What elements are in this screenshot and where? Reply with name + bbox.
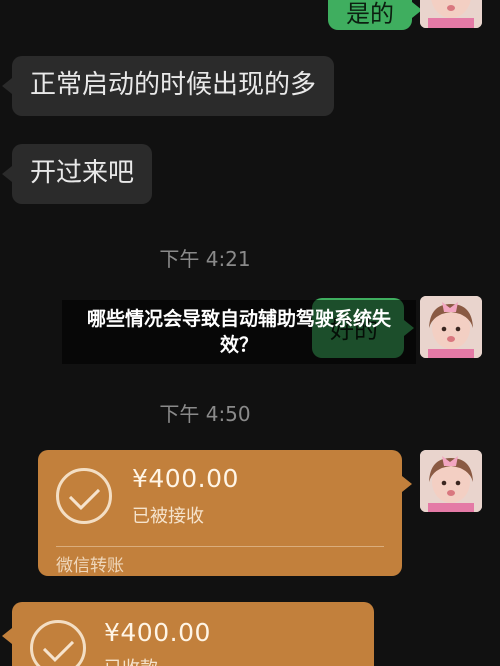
chat-timestamp: 下午 4:50	[159, 402, 251, 426]
avatar[interactable]	[420, 0, 482, 28]
transfer-footer: 微信转账	[56, 556, 124, 576]
transfer-card[interactable]: ¥400.00 已被接收 微信转账	[38, 450, 412, 576]
transfer-amount: ¥400.00	[104, 618, 211, 647]
message-bubble-received[interactable]: 正常启动的时候出现的多	[2, 56, 334, 116]
message-bubble-received[interactable]: 开过来吧	[2, 144, 152, 204]
transfer-card[interactable]: ¥400.00 已收款	[2, 602, 374, 666]
transfer-status: 已收款	[104, 654, 158, 666]
avatar[interactable]	[420, 450, 482, 512]
message-text: 正常启动的时候出现的多	[30, 70, 317, 100]
check-circle-icon	[30, 620, 86, 666]
check-circle-icon	[56, 468, 112, 524]
transfer-divider	[56, 546, 384, 547]
transfer-status: 已被接收	[132, 506, 204, 527]
overlay-title-banner: 哪些情况会导致自动辅助驾驶系统失效？	[62, 300, 416, 364]
avatar[interactable]	[420, 296, 482, 358]
chat-timestamp: 下午 4:21	[159, 247, 251, 271]
message-bubble-sent[interactable]: 是的	[328, 0, 422, 30]
message-text: 是的	[346, 0, 394, 28]
message-text: 开过来吧	[30, 158, 135, 188]
transfer-amount: ¥400.00	[132, 464, 239, 493]
overlay-title: 哪些情况会导致自动辅助驾驶系统失效？	[86, 308, 391, 356]
